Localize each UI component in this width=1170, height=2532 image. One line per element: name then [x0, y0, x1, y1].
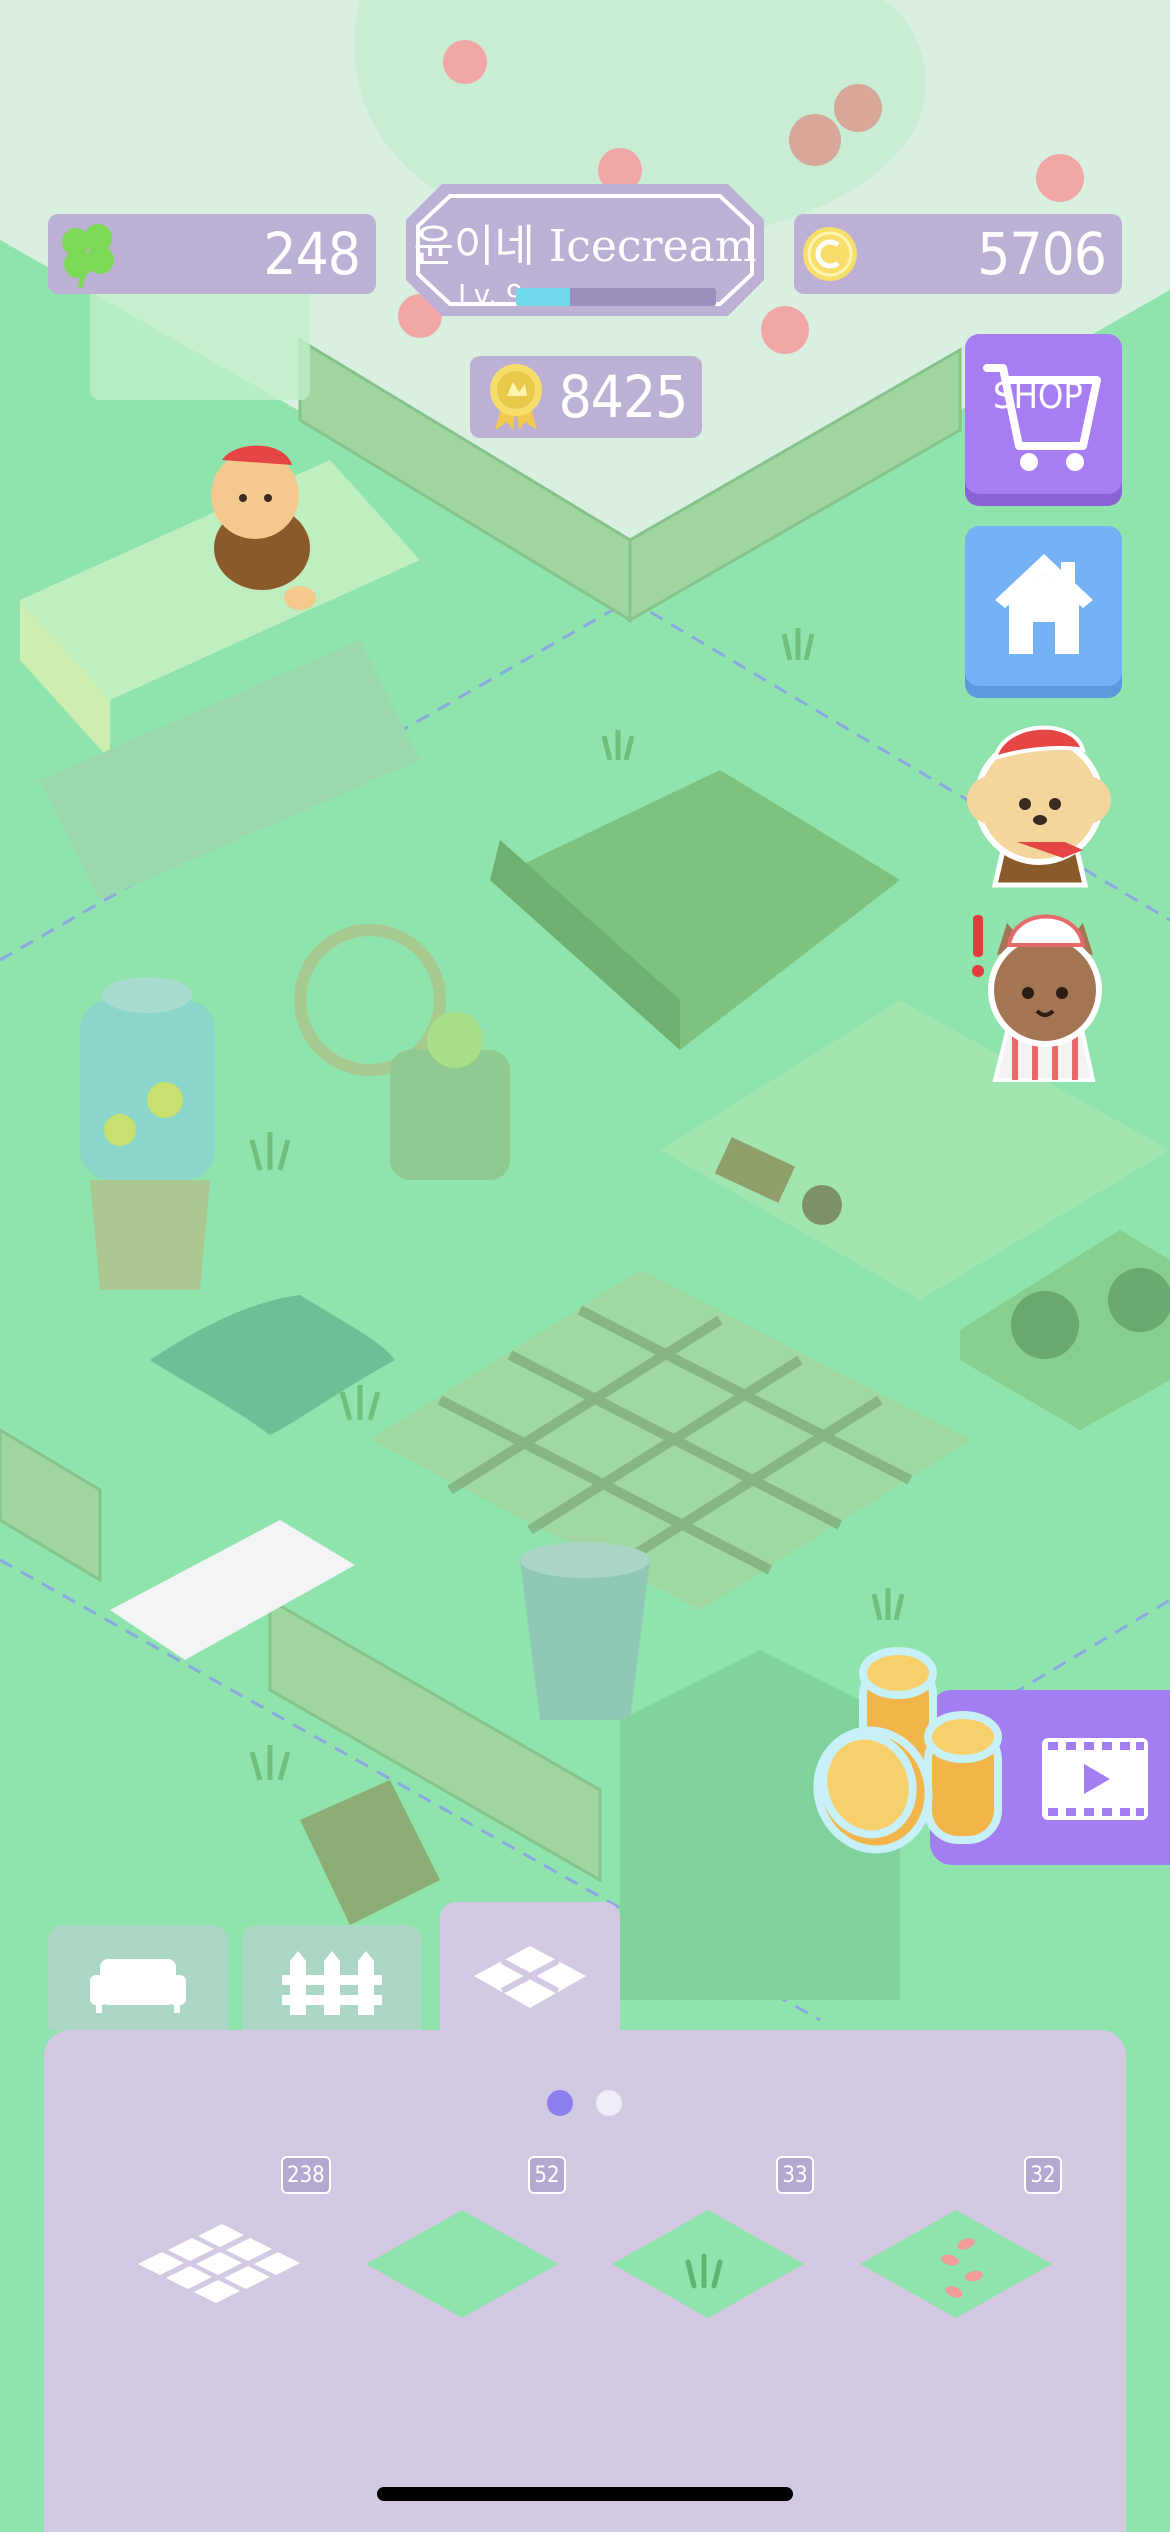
coin-stack-icon: [813, 1647, 1002, 1854]
white-brick-tile-icon: [138, 2224, 300, 2303]
apple: [443, 40, 487, 84]
floor-tile-icon: [474, 1946, 586, 2008]
home-indicator[interactable]: [377, 2487, 793, 2501]
tab-furniture[interactable]: [48, 1925, 228, 2030]
video-play-icon: [1042, 1738, 1148, 1820]
medal-icon: [489, 364, 542, 430]
item-petal-grass-tile[interactable]: [856, 2200, 1056, 2330]
apple: [761, 306, 809, 354]
apple: [834, 84, 882, 132]
sofa-icon: [90, 1959, 186, 2013]
xp-bar-fill: [516, 288, 570, 306]
bucket: [520, 1542, 650, 1720]
shop-name: 윤이네 Icecream: [413, 221, 757, 272]
fence-icon: [282, 1951, 382, 2015]
cookie: [1011, 1291, 1079, 1359]
tab-floor[interactable]: [440, 1902, 620, 2032]
level-label: Lv. 9: [458, 278, 524, 311]
apple: [1036, 154, 1084, 202]
tab-fence[interactable]: [242, 1925, 422, 2030]
item-grass-tile[interactable]: [362, 2200, 562, 2330]
shop-title-plaque[interactable]: 윤이네 Icecream Lv. 9: [402, 180, 768, 320]
item-count-badge: 32: [1024, 2156, 1062, 2194]
grass-tuft-tile-icon: [612, 2210, 804, 2318]
xp-bar: [516, 288, 716, 306]
item-grass-tuft-tile[interactable]: [608, 2200, 808, 2330]
lemonade-jar[interactable]: [80, 977, 215, 1290]
item-count-badge: 238: [281, 2156, 331, 2194]
coin-icon: [803, 227, 857, 281]
cat-chef-customer-avatar[interactable]: [965, 895, 1120, 1085]
shopping-cart-icon: [983, 364, 1101, 471]
clover-counter[interactable]: 248: [48, 214, 376, 294]
clover-icon: [62, 224, 114, 289]
coin-count: 5706: [977, 220, 1107, 288]
home-button[interactable]: [965, 526, 1122, 686]
apple: [789, 114, 841, 166]
house-icon: [995, 554, 1093, 654]
trophy-counter[interactable]: 8425: [470, 356, 702, 438]
coin-counter[interactable]: 5706: [794, 214, 1122, 294]
clover-count: 248: [263, 220, 361, 288]
poodle-customer-avatar[interactable]: [955, 700, 1120, 890]
item-count-badge: 52: [528, 2156, 566, 2194]
item-white-brick-tile[interactable]: [118, 2200, 318, 2330]
grass-tile-icon: [366, 2210, 558, 2318]
trophy-count: 8425: [558, 363, 689, 431]
page-dot-active[interactable]: [547, 2090, 573, 2116]
shop-button[interactable]: SHOP: [965, 334, 1122, 494]
table-apple: [802, 1185, 842, 1225]
cookie: [1108, 1268, 1170, 1332]
item-count-badge: 33: [776, 2156, 814, 2194]
page-dot[interactable]: [596, 2090, 622, 2116]
petal-grass-tile-icon: [860, 2210, 1052, 2318]
